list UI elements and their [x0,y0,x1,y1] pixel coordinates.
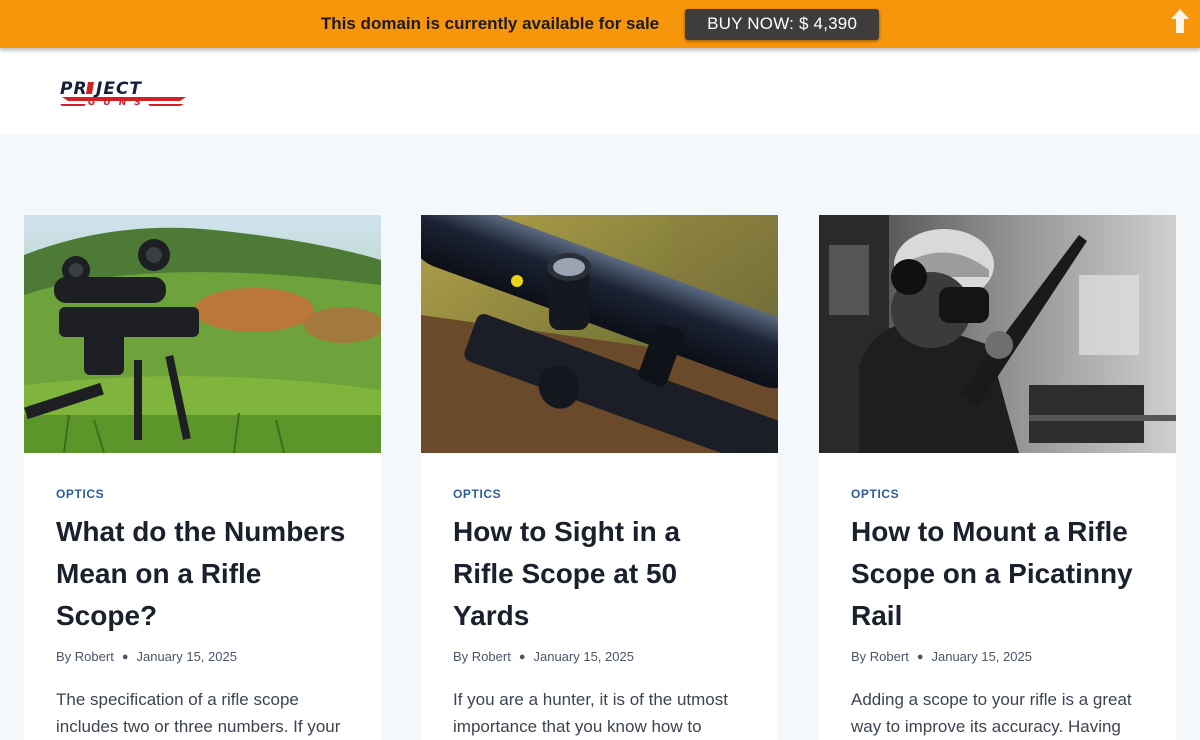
post-thumbnail-shooter-at-range[interactable] [819,215,1176,453]
post-meta: By Robert ● January 15, 2025 [851,649,1144,664]
post-meta: By Robert ● January 15, 2025 [56,649,349,664]
site-logo[interactable]: PR JECT GUNS [58,79,190,109]
post-title[interactable]: How to Sight in a Rifle Scope at 50 Yard… [453,511,746,637]
meta-separator: ● [121,650,129,663]
post-thumbnail-rifle-in-grass[interactable] [24,215,381,453]
post-title[interactable]: How to Mount a Rifle Scope on a Picatinn… [851,511,1144,637]
post-category[interactable]: OPTICS [851,487,1144,501]
post-card[interactable]: OPTICS How to Mount a Rifle Scope on a P… [819,215,1176,740]
post-author[interactable]: Robert [472,649,511,664]
post-author[interactable]: Robert [870,649,909,664]
post-excerpt: The specification of a rifle scope inclu… [56,690,341,736]
post-excerpt: If you are a hunter, it is of the utmost… [453,690,728,736]
post-author[interactable]: Robert [75,649,114,664]
author-prefix: By [453,649,469,664]
post-title[interactable]: What do the Numbers Mean on a Rifle Scop… [56,511,349,637]
post-card[interactable]: OPTICS How to Sight in a Rifle Scope at … [421,215,778,740]
svg-text:JECT: JECT [93,79,142,99]
post-meta: By Robert ● January 15, 2025 [453,649,746,664]
domain-sale-bar: This domain is currently available for s… [0,0,1200,48]
post-date: January 15, 2025 [136,649,237,664]
buy-now-button[interactable]: BUY NOW: $ 4,390 [685,8,880,40]
post-category[interactable]: OPTICS [56,487,349,501]
post-category[interactable]: OPTICS [453,487,746,501]
author-prefix: By [56,649,72,664]
sale-message: This domain is currently available for s… [320,14,660,33]
post-thumbnail-rifle-scope-closeup[interactable] [421,215,778,453]
meta-separator: ● [518,650,526,663]
author-prefix: By [851,649,867,664]
site-header: PR JECT GUNS [0,52,1200,134]
arrow-up-icon[interactable] [1168,7,1192,35]
meta-separator: ● [916,650,924,663]
post-card[interactable]: OPTICS What do the Numbers Mean on a Rif… [24,215,381,740]
post-excerpt: Adding a scope to your rifle is a great … [851,690,1132,736]
post-date: January 15, 2025 [533,649,634,664]
svg-text:GUNS: GUNS [88,98,149,108]
post-date: January 15, 2025 [931,649,1032,664]
svg-text:PR: PR [60,79,88,99]
